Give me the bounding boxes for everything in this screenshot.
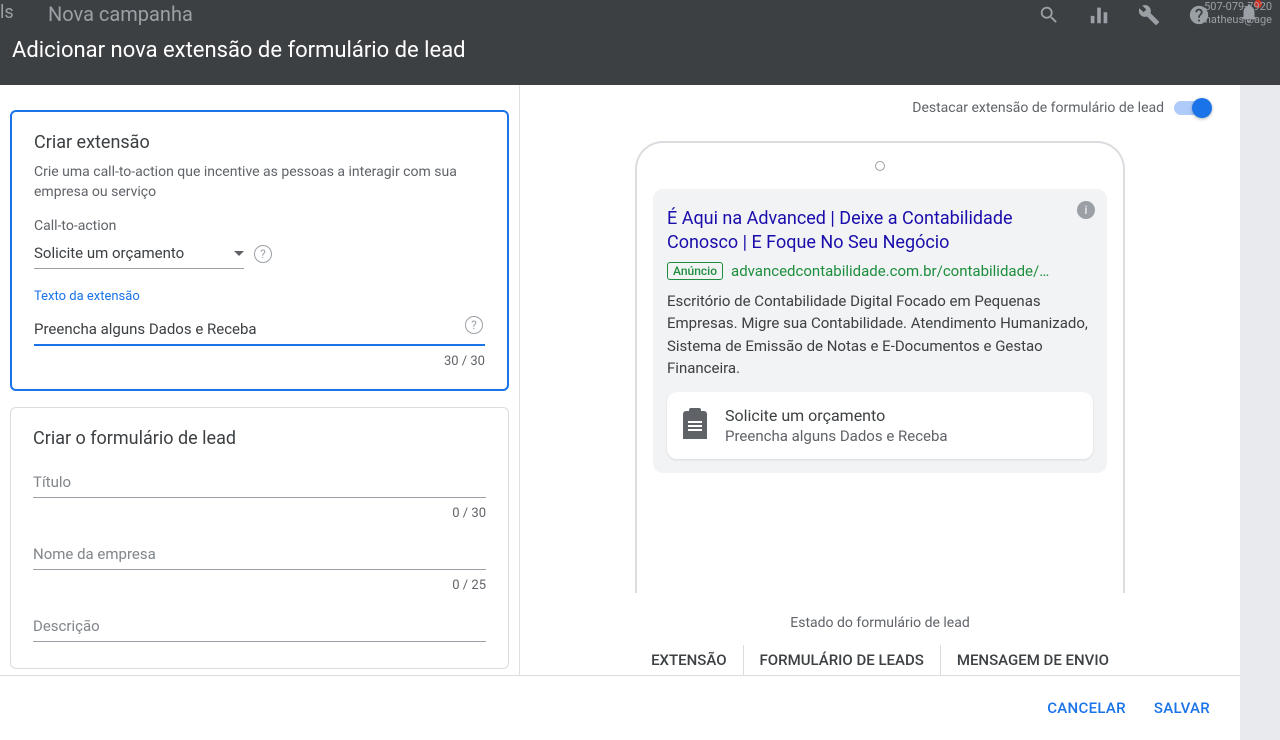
tab-lead-form[interactable]: FORMULÁRIO DE LEADS [744,645,941,675]
ad-badge: Anúncio [667,262,723,280]
breadcrumb-ls: ls [0,2,14,23]
company-input[interactable] [33,539,486,570]
ext-text-counter: 30 / 30 [34,354,485,369]
tab-send-message[interactable]: MENSAGEM DE ENVIO [941,645,1125,675]
help-icon[interactable]: ? [254,245,272,263]
ext-text-input[interactable] [34,314,485,346]
reports-icon[interactable] [1088,4,1110,26]
ad-url: advancedcontabilidade.com.br/contabilida… [731,262,1051,280]
modal-title: Adicionar nova extensão de formulário de… [12,38,466,63]
cta-select[interactable]: Solicite um orçamento [34,238,244,269]
ad-title: É Aqui na Advanced | Deixe a Contabilida… [667,207,1093,256]
create-extension-card: Criar extensão Crie uma call-to-action q… [10,110,509,391]
clipboard-icon [683,411,707,439]
form-title-input[interactable] [33,467,486,498]
info-icon[interactable]: i [1077,201,1095,219]
phone-preview: i É Aqui na Advanced | Deixe a Contabili… [635,141,1125,593]
phone-camera-icon [875,161,885,171]
cta-title: Solicite um orçamento [725,406,948,425]
cta-subtitle: Preencha alguns Dados e Receba [725,427,948,445]
description-input[interactable] [33,611,486,642]
ad-description: Escritório de Contabilidade Digital Foca… [667,290,1093,380]
preview-tabs: EXTENSÃO FORMULÁRIO DE LEADS MENSAGEM DE… [550,645,1210,675]
create-extension-desc: Crie uma call-to-action que incentive as… [34,163,485,202]
tab-extension[interactable]: EXTENSÃO [635,645,743,675]
company-counter: 0 / 25 [33,578,486,593]
cta-label: Call-to-action [34,218,485,234]
search-icon[interactable] [1038,4,1060,26]
highlight-toggle[interactable] [1174,101,1210,115]
ad-preview: i É Aqui na Advanced | Deixe a Contabili… [653,189,1107,473]
chevron-down-icon [234,251,244,256]
create-form-title: Criar o formulário de lead [33,428,486,449]
cta-preview[interactable]: Solicite um orçamento Preencha alguns Da… [667,392,1093,459]
cancel-button[interactable]: CANCELAR [1047,699,1126,717]
save-button[interactable]: SALVAR [1154,699,1210,717]
breadcrumb-campaign: Nova campanha [48,2,193,26]
create-extension-title: Criar extensão [34,132,485,153]
tools-icon[interactable] [1138,4,1160,26]
highlight-toggle-label: Destacar extensão de formulário de lead [912,100,1164,116]
form-state-label: Estado do formulário de lead [550,615,1210,631]
ext-text-label: Texto da extensão [34,289,485,304]
create-form-card: Criar o formulário de lead 0 / 30 0 / 25 [10,407,509,669]
form-title-counter: 0 / 30 [33,506,486,521]
account-info: 507-079-7920 matheus@age [1201,0,1272,26]
